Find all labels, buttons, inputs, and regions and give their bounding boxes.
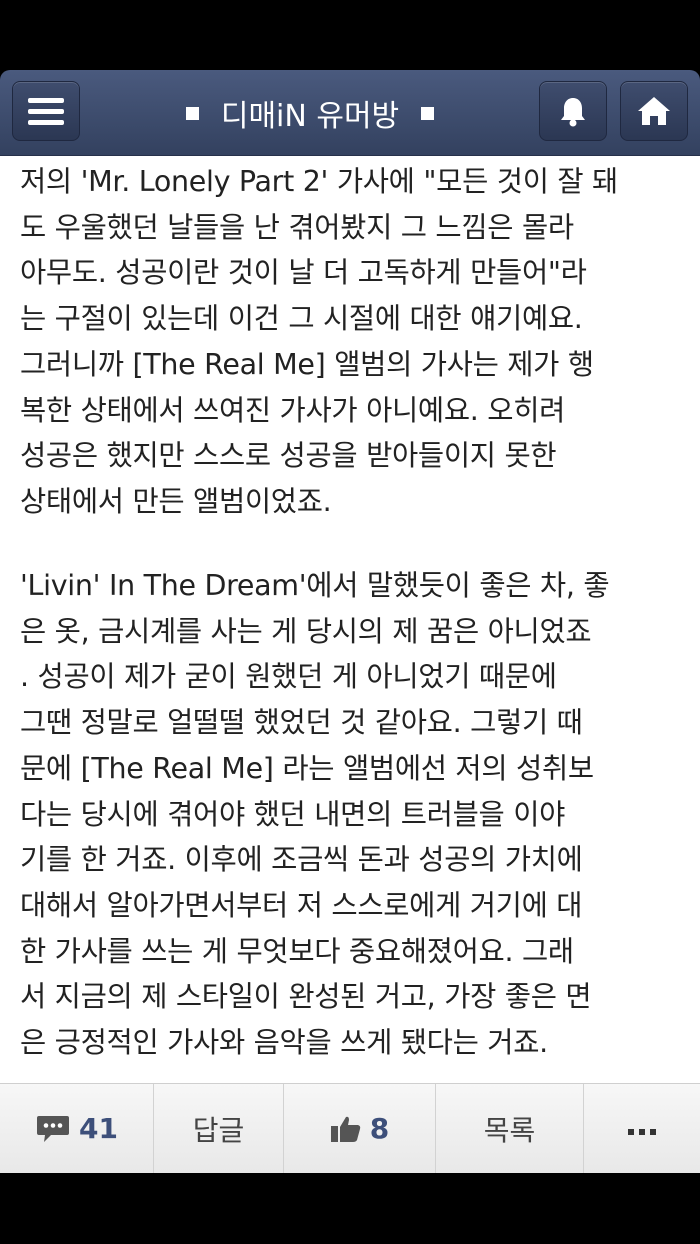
system-nav-bar	[0, 1173, 700, 1244]
page-title: 디매iN 유머방	[160, 70, 460, 156]
like-button[interactable]: 8	[284, 1084, 436, 1173]
app-header: 디매iN 유머방	[0, 70, 700, 156]
more-dots-icon	[628, 1128, 656, 1135]
reply-label: 답글	[192, 1113, 245, 1147]
reply-button[interactable]: 답글	[154, 1084, 284, 1173]
comment-count: 41	[79, 1112, 118, 1145]
page-title-text: 디매iN 유머방	[220, 99, 400, 134]
menu-button[interactable]	[12, 81, 80, 141]
speech-bubble-icon	[37, 1115, 70, 1142]
list-button[interactable]: 목록	[436, 1084, 584, 1173]
bottom-action-bar: 41 답글 8 목록	[0, 1083, 700, 1173]
thumbs-up-icon	[330, 1116, 360, 1142]
article-paragraph: 저의 'Mr. Lonely Part 2' 가사에 "모든 것이 잘 돼 도 …	[20, 165, 618, 518]
square-bullet-icon	[421, 106, 435, 120]
hamburger-menu-icon	[28, 96, 64, 126]
status-bar	[0, 0, 700, 70]
comments-button[interactable]: 41	[0, 1084, 154, 1173]
notifications-button[interactable]	[539, 81, 607, 141]
article-content: 저의 'Mr. Lonely Part 2' 가사에 "모든 것이 잘 돼 도 …	[0, 156, 700, 1083]
like-count: 8	[369, 1112, 390, 1145]
home-icon	[638, 97, 670, 125]
more-button[interactable]	[584, 1084, 700, 1173]
home-button[interactable]	[620, 81, 688, 141]
bell-icon	[561, 98, 585, 127]
square-bullet-icon	[185, 106, 199, 120]
list-label: 목록	[483, 1113, 536, 1147]
article-paragraph: 'Livin' In The Dream'에서 말했듯이 좋은 차, 좋 은 옷…	[20, 569, 610, 1060]
